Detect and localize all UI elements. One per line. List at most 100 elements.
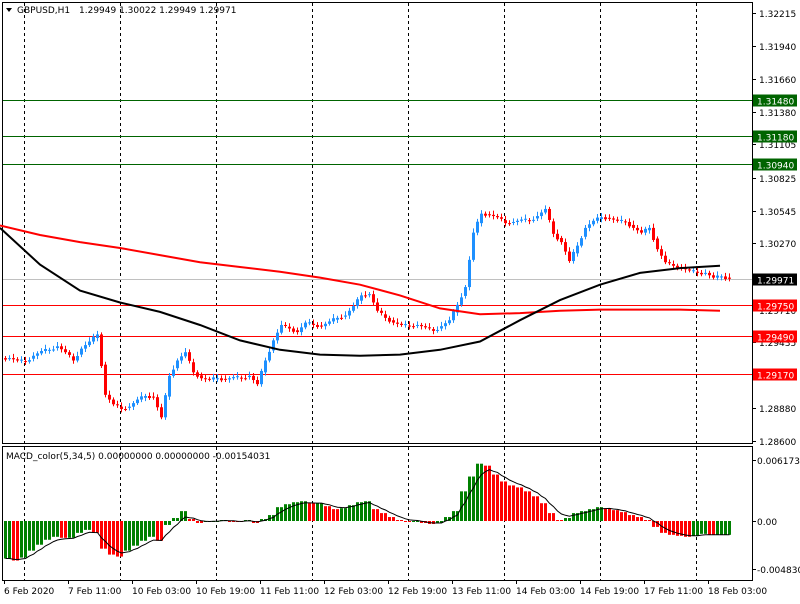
price-tick-label: 1.30545 [759,208,796,218]
candle-body [612,218,615,220]
time-label: 12 Feb 03:00 [324,587,383,597]
macd-bar [620,512,623,521]
macd-bar [712,521,715,535]
macd-tick-label: -0.004830 [757,566,800,576]
candle-body [476,221,479,233]
candle-body [196,372,199,377]
macd-bar [64,521,67,538]
candle-body [656,238,659,250]
candle-body [532,219,535,221]
macd-bar [92,521,95,533]
candle-body [652,227,655,240]
macd-bar [568,518,571,521]
macd-bar [4,521,7,559]
candle-body [116,404,119,406]
macd-bar [164,521,167,525]
macd-bar [544,503,547,521]
candle-body [660,249,663,256]
macd-bar [28,521,31,551]
candle-body [432,329,435,331]
candle-body [492,214,495,217]
candle-body [484,213,487,216]
candle-body [692,270,695,272]
candle-body [616,219,619,221]
macd-bar [404,521,407,522]
time-label: 12 Feb 19:00 [388,587,447,597]
candle-body [392,320,395,323]
candle-body [444,323,447,327]
candle-body [356,299,359,307]
candle-body [572,251,575,262]
macd-bar [332,509,335,521]
candle-body [324,323,327,327]
macd-bar [152,521,155,537]
candle-body [632,224,635,228]
candle-body [280,324,283,333]
candle-body [488,214,491,216]
macd-bar [388,517,391,521]
candle-body [688,269,691,271]
candle-body [180,356,183,361]
macd-bar [352,505,355,521]
candle-body [224,378,227,380]
macd-bar [44,521,47,540]
candle-body [264,360,267,373]
macd-bar [168,521,171,525]
candle-body [244,378,247,380]
macd-bar [160,521,163,541]
macd-bar [148,521,151,537]
candle-body [552,221,555,234]
candle-body [408,325,411,327]
macd-bar [720,521,723,535]
candle-body [464,287,467,296]
price-tick-label: 1.32215 [759,10,796,20]
candle-body [628,221,631,227]
macd-bar [692,521,695,536]
support-level-value: 1.29170 [757,372,794,382]
macd-bar [344,508,347,521]
resistance-level-value: 1.30940 [757,162,794,172]
macd-bar [328,506,331,521]
candle-body [712,275,715,278]
macd-bar [108,521,111,555]
macd-bar [408,521,411,522]
macd-bar [716,521,719,535]
candle-body [536,216,539,219]
candle-body [120,406,123,410]
candle-body [436,329,439,331]
candle-body [544,208,547,213]
resistance-level-value: 1.31180 [757,134,794,144]
candle-body [216,378,219,380]
candle-body [60,346,63,350]
candle-body [468,259,471,288]
chart-canvas[interactable]: 1.322151.319401.316601.313801.311051.308… [0,0,800,600]
macd-bar [396,520,399,522]
macd-bar [564,518,567,521]
macd-bar [132,521,135,546]
price-tick-label: 1.31660 [759,76,796,86]
macd-bar [72,521,75,538]
candle-body [580,238,583,246]
candle-body [232,377,235,379]
support-level-value: 1.29490 [757,334,794,344]
candle-body [168,375,171,397]
macd-bar [192,519,195,521]
candle-body [124,409,127,411]
macd-bar [176,518,179,521]
candle-body [400,323,403,325]
macd-bar [80,521,83,533]
macd-bar [336,509,339,521]
candle-body [448,320,451,324]
macd-bar [364,501,367,521]
candle-body [576,245,579,254]
candle-body [332,318,335,322]
macd-bar [68,521,71,538]
macd-bar [320,503,323,521]
macd-bar [572,513,575,521]
candle-body [212,377,215,380]
macd-bar [484,465,487,521]
macd-bar [468,476,471,521]
candle-body [608,217,611,219]
candle-body [500,217,503,219]
ohlc-label: 1.29949 1.30022 1.29949 1.29971 [79,6,236,16]
